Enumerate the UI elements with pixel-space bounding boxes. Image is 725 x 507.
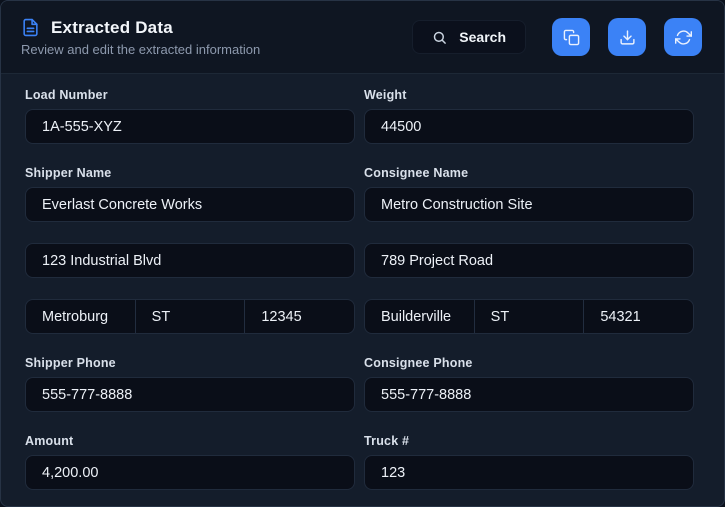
- field-consignee-phone: Consignee Phone: [364, 356, 694, 412]
- consignee-name-label: Consignee Name: [364, 166, 469, 180]
- field-weight: Weight: [364, 88, 694, 144]
- consignee-address-input[interactable]: [364, 243, 694, 278]
- form-body: Load Number Weight Shipper Name Consigne…: [1, 74, 724, 490]
- shipper-state-input[interactable]: [134, 300, 245, 333]
- search-icon: [432, 30, 447, 45]
- consignee-name-input[interactable]: [364, 187, 694, 222]
- shipper-city-state-zip-group: [25, 299, 355, 334]
- amount-input[interactable]: [25, 455, 355, 490]
- field-shipper-phone: Shipper Phone: [25, 356, 355, 412]
- search-button-label: Search: [459, 29, 506, 45]
- consignee-city-input[interactable]: [365, 300, 474, 333]
- consignee-state-input[interactable]: [473, 300, 584, 333]
- refresh-icon: [674, 29, 692, 46]
- document-icon: [21, 18, 40, 37]
- consignee-phone-input[interactable]: [364, 377, 694, 412]
- field-amount: Amount: [25, 434, 355, 490]
- download-icon: [619, 29, 636, 46]
- header-actions: Search: [412, 18, 702, 56]
- page-title: Extracted Data: [51, 17, 173, 37]
- shipper-name-input[interactable]: [25, 187, 355, 222]
- field-truck-number: Truck #: [364, 434, 694, 490]
- shipper-name-label: Shipper Name: [25, 166, 112, 180]
- shipper-zip-input[interactable]: [244, 300, 354, 333]
- field-consignee-name: Consignee Name: [364, 166, 694, 222]
- copy-icon: [563, 29, 580, 46]
- copy-button[interactable]: [552, 18, 590, 56]
- consignee-zip-input[interactable]: [583, 300, 693, 333]
- amount-label: Amount: [25, 434, 74, 448]
- truck-number-label: Truck #: [364, 434, 410, 448]
- field-shipper-name: Shipper Name: [25, 166, 355, 222]
- header-title-block: Extracted Data Review and edit the extra…: [21, 18, 260, 57]
- search-button[interactable]: Search: [412, 20, 526, 54]
- consignee-city-state-zip-group: [364, 299, 694, 334]
- field-load-number: Load Number: [25, 88, 355, 144]
- shipper-phone-label: Shipper Phone: [25, 356, 116, 370]
- page-subtitle: Review and edit the extracted informatio…: [21, 41, 261, 57]
- extracted-data-panel: Extracted Data Review and edit the extra…: [0, 0, 725, 507]
- panel-header: Extracted Data Review and edit the extra…: [1, 1, 724, 74]
- shipper-city-input[interactable]: [26, 300, 135, 333]
- load-number-input[interactable]: [25, 109, 355, 144]
- truck-number-input[interactable]: [364, 455, 694, 490]
- weight-input[interactable]: [364, 109, 694, 144]
- download-button[interactable]: [608, 18, 646, 56]
- shipper-address-input[interactable]: [25, 243, 355, 278]
- weight-label: Weight: [364, 88, 407, 102]
- shipper-phone-input[interactable]: [25, 377, 355, 412]
- consignee-phone-label: Consignee Phone: [364, 356, 473, 370]
- load-number-label: Load Number: [25, 88, 108, 102]
- refresh-button[interactable]: [664, 18, 702, 56]
